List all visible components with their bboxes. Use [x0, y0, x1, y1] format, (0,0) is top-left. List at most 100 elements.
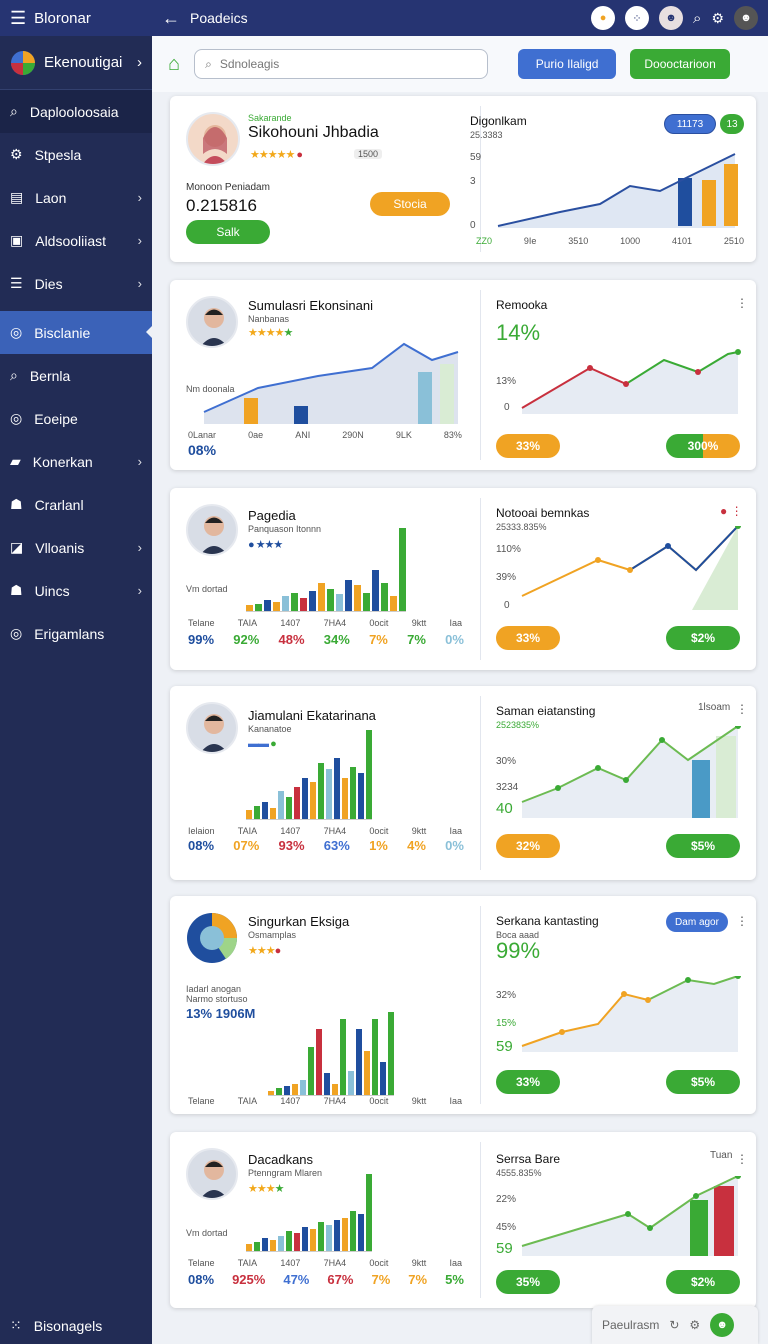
chart-bar — [309, 590, 316, 611]
chevron-right-icon: › — [137, 276, 142, 291]
apps-grid-icon[interactable]: ⁘ — [625, 6, 650, 30]
x-tick: 9ktt — [411, 1096, 427, 1106]
pill-right[interactable]: $2% — [666, 1270, 740, 1294]
sidebar-item-3[interactable]: ▣ Aldsooliiast › — [0, 219, 152, 262]
sidebar-item-0[interactable]: ⌕ Daplooloosaia — [0, 90, 152, 133]
sidebar-header-label: Ekenoutigai — [44, 54, 123, 71]
sidebar-item-4[interactable]: ☰ Dies › — [0, 262, 152, 305]
chart-bar — [308, 1046, 314, 1095]
x-tick: 7HA4 — [323, 618, 347, 628]
sidebar-item-9[interactable]: ☗ Crarlanl — [0, 483, 152, 526]
x-tick: 7HA4 — [323, 1096, 347, 1106]
search-placeholder: Sdnoleagis — [219, 57, 280, 71]
right-big-value: 14% — [496, 320, 541, 345]
sidebar-header[interactable]: Ekenoutigai › — [0, 36, 152, 90]
sidebar-item-12[interactable]: ◎ Erigamlans — [0, 612, 152, 655]
brand[interactable]: ☰ Bloronar — [0, 8, 152, 29]
chart-bar — [284, 1086, 290, 1095]
more-menu-icon[interactable]: ⋮ — [736, 702, 748, 716]
secondary-button[interactable]: Doooctarioon — [630, 49, 731, 79]
x-tick: 1407 — [280, 1258, 301, 1268]
right-badge: 1lsoam — [698, 702, 731, 713]
app-logo-icon[interactable]: ● — [591, 6, 616, 30]
sidebar-item-6[interactable]: ⌕ Bernla — [0, 354, 152, 397]
sidebar-item-5[interactable]: ◎ Bisclanie — [0, 311, 153, 354]
home-icon[interactable]: ⌂ — [168, 53, 180, 76]
axis-label: Vm dortad — [186, 1228, 228, 1238]
x-tick: 1000 — [620, 236, 641, 246]
more-menu-icon[interactable]: ⋮ — [736, 914, 748, 928]
pill-left[interactable]: 32% — [496, 834, 560, 858]
primary-button[interactable]: Purio Ilaligd — [518, 49, 617, 79]
search-input[interactable]: ⌕ Sdnoleagis — [194, 49, 489, 79]
search-icon: ⌕ — [205, 56, 212, 71]
card-title: Singurkan Eksiga — [248, 914, 350, 929]
x-tick: 1407 — [280, 826, 301, 836]
chart-bar — [302, 778, 308, 819]
more-menu-icon[interactable]: ● ⋮ — [720, 504, 743, 518]
x-tick: 0ae — [248, 430, 264, 440]
sidebar-item-10[interactable]: ◪ Vlloanis › — [0, 526, 152, 569]
y-tick: 45% — [496, 1222, 517, 1233]
settings-icon[interactable]: ⚙ — [711, 10, 724, 27]
profile-kicker: Sakarande — [248, 113, 292, 123]
chart-bar — [278, 791, 284, 819]
profile-avatar-large — [186, 112, 240, 166]
sidebar-item-8[interactable]: ▰ Konerkan › — [0, 440, 152, 483]
x-tick: 7HA4 — [323, 826, 347, 836]
pill-right[interactable]: 300% — [666, 434, 740, 458]
chart-bar — [294, 1233, 300, 1251]
avatar — [186, 1148, 238, 1200]
more-menu-icon[interactable]: ⋮ — [736, 296, 748, 310]
pill-left[interactable]: 33% — [496, 1070, 560, 1094]
bottom-floater[interactable]: Paeulrasm ↻ ⚙ ☻ — [592, 1306, 758, 1344]
back-nav[interactable]: ← Poadeics — [152, 8, 248, 29]
x-tick: 9ktt — [411, 1258, 427, 1268]
toolbar: ⌂ ⌕ Sdnoleagis Purio Ilaligd Doooctarioon — [152, 36, 768, 92]
percent: 47% — [283, 1272, 310, 1287]
chart-badge-2[interactable]: 13 — [720, 114, 744, 134]
y-tick: 0 — [504, 402, 510, 413]
x-tick: 1407 — [280, 1096, 301, 1106]
check-circle-icon: ◎ — [10, 324, 23, 340]
sidebar-item-2[interactable]: ▤ Laon › — [0, 176, 152, 219]
chart-bar — [300, 1079, 306, 1095]
arrow-left-icon[interactable]: ← — [162, 8, 180, 29]
user-avatar-small[interactable]: ☻ — [659, 6, 684, 30]
floater-label: Paeulrasm — [602, 1318, 660, 1332]
x-tick: 7HA4 — [323, 1258, 347, 1268]
y-tick: 40 — [496, 800, 513, 817]
sidebar-item-7[interactable]: ◎ Eoeipe — [0, 397, 152, 440]
chart-bar — [270, 807, 276, 819]
pill-left[interactable]: 33% — [496, 434, 560, 458]
hamburger-menu-icon[interactable]: ☰ — [10, 8, 26, 29]
sidebar-item-1[interactable]: ⚙ Stpesla — [0, 133, 152, 176]
floater-avatar[interactable]: ☻ — [710, 1313, 735, 1337]
x-tick: Ielaion — [188, 826, 215, 836]
sidebar-item-label: Uincs — [34, 582, 70, 599]
profile-avatar[interactable]: ☻ — [734, 6, 758, 30]
axis-label: Vm dortad — [186, 584, 228, 594]
green-action-button[interactable]: Salk — [186, 220, 270, 244]
pill-right[interactable]: $5% — [666, 834, 740, 858]
sidebar-item-11[interactable]: ☗ Uincs › — [0, 569, 152, 612]
pill-right[interactable]: $5% — [666, 1070, 740, 1094]
chart-bar — [714, 1186, 734, 1256]
card-title: Jiamulani Ekatarinana — [248, 708, 376, 723]
sidebar-item-label: Laon — [35, 189, 67, 206]
sidebar-footer[interactable]: ⁙ Bisonagels — [10, 1317, 102, 1334]
right-badge[interactable]: Dam agor — [666, 912, 728, 932]
chart-badge[interactable]: 11173 — [664, 114, 716, 134]
search-icon[interactable]: ⌕ — [693, 10, 701, 27]
refresh-icon[interactable]: ↻ — [669, 1318, 679, 1332]
more-menu-icon[interactable]: ⋮ — [736, 1152, 748, 1166]
settings-icon[interactable]: ⚙ — [689, 1318, 700, 1332]
pill-left[interactable]: 33% — [496, 626, 560, 650]
percent: 0% — [445, 838, 464, 853]
pill-left[interactable]: 35% — [496, 1270, 560, 1294]
orange-action-button[interactable]: Stocia — [370, 192, 450, 216]
pill-right[interactable]: $2% — [666, 626, 740, 650]
rating-stars: ★★★★★ ● — [250, 149, 303, 161]
sidebar-item-label: Erigamlans — [34, 625, 105, 642]
metric-label: Monoon Peniadam — [186, 182, 270, 193]
